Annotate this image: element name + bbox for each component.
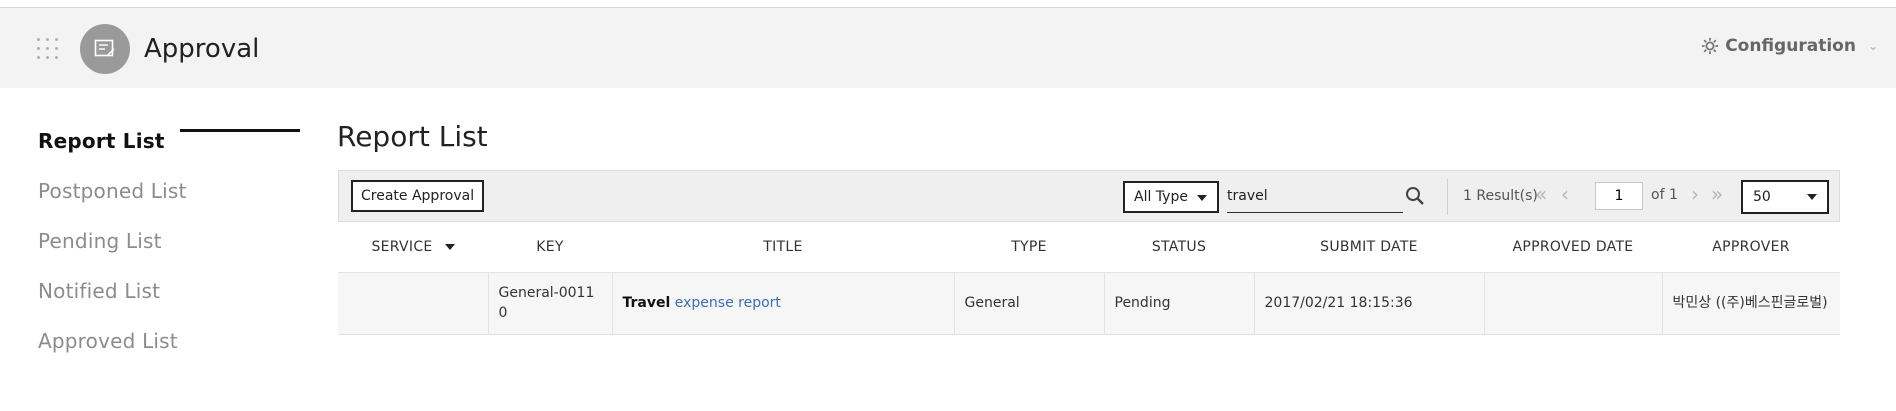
type-filter-select[interactable]: All Type	[1123, 181, 1219, 213]
sort-caret-icon	[444, 243, 455, 250]
column-header-status: STATUS	[1104, 222, 1254, 273]
first-page-icon[interactable]: «	[1535, 183, 1547, 205]
caret-down-icon	[1197, 195, 1207, 201]
table-header-row: SERVICE KEY TITLE TYPE STATUS SUBMIT DAT…	[338, 222, 1840, 273]
column-header-submit-date: SUBMIT DATE	[1254, 222, 1484, 273]
title-highlight: Travel	[622, 295, 671, 311]
sidebar-nav: Report List Postponed List Pending List …	[38, 116, 300, 366]
page-size-select[interactable]: 50	[1741, 180, 1829, 214]
sidebar-item-approved-list[interactable]: Approved List	[38, 316, 300, 366]
cell-submit-date: 2017/02/21 18:15:36	[1254, 272, 1485, 335]
table-row[interactable]: General-00110 Travel expense report Gene…	[338, 272, 1840, 335]
page-size-value: 50	[1753, 189, 1771, 205]
page-of-label: of 1	[1651, 187, 1678, 203]
create-approval-button[interactable]: Create Approval	[351, 180, 485, 212]
column-header-approver: APPROVER	[1662, 222, 1840, 273]
search-input[interactable]	[1227, 181, 1377, 211]
report-table: SERVICE KEY TITLE TYPE STATUS SUBMIT DAT…	[338, 222, 1840, 335]
toolbar-divider	[1447, 179, 1448, 215]
sidebar-item-notified-list[interactable]: Notified List	[38, 266, 300, 316]
app-header: Approval Configuration ⌄	[0, 8, 1896, 88]
document-pen-icon	[94, 39, 115, 57]
search-icon[interactable]	[1405, 186, 1425, 206]
column-header-approved-date: APPROVED DATE	[1484, 222, 1662, 273]
search-field	[1227, 181, 1403, 213]
cell-status: Pending	[1104, 272, 1255, 335]
page-number-input[interactable]	[1595, 182, 1643, 210]
cell-title: Travel expense report	[612, 272, 955, 335]
last-page-icon[interactable]: »	[1711, 183, 1723, 205]
type-filter-value: All Type	[1134, 189, 1188, 205]
app-title: Approval	[144, 34, 260, 64]
sidebar-item-pending-list[interactable]: Pending List	[38, 216, 300, 266]
column-header-key: KEY	[488, 222, 612, 273]
sidebar-item-report-list[interactable]: Report List	[38, 116, 300, 166]
next-page-icon[interactable]: ›	[1691, 183, 1699, 205]
cell-type: General	[954, 272, 1105, 335]
gear-icon	[1702, 37, 1719, 55]
cell-service	[338, 272, 489, 335]
sidebar-item-postponed-list[interactable]: Postponed List	[38, 166, 300, 216]
configuration-label: Configuration	[1725, 36, 1856, 56]
app-launcher-icon[interactable]	[37, 38, 63, 64]
page-title: Report List	[337, 120, 488, 153]
report-title-link[interactable]: expense report	[675, 295, 781, 311]
chevron-down-icon: ⌄	[1867, 39, 1878, 53]
list-toolbar: Create Approval All Type 1 Result(s) « ‹…	[338, 170, 1840, 222]
column-header-type: TYPE	[954, 222, 1104, 273]
result-count: 1 Result(s)	[1463, 188, 1538, 204]
column-header-title: TITLE	[612, 222, 954, 273]
cell-approver: 박민상 ((주)베스핀글로벌)	[1662, 272, 1840, 335]
active-indicator-bar	[180, 129, 300, 132]
approval-app-icon	[80, 24, 130, 74]
cell-key: General-00110	[488, 272, 613, 335]
previous-page-icon[interactable]: ‹	[1561, 183, 1569, 205]
caret-down-icon	[1807, 194, 1817, 200]
cell-approved-date	[1484, 272, 1663, 335]
configuration-menu[interactable]: Configuration ⌄	[1701, 36, 1878, 56]
column-header-service[interactable]: SERVICE	[338, 222, 488, 273]
column-header-service-label: SERVICE	[371, 238, 433, 255]
